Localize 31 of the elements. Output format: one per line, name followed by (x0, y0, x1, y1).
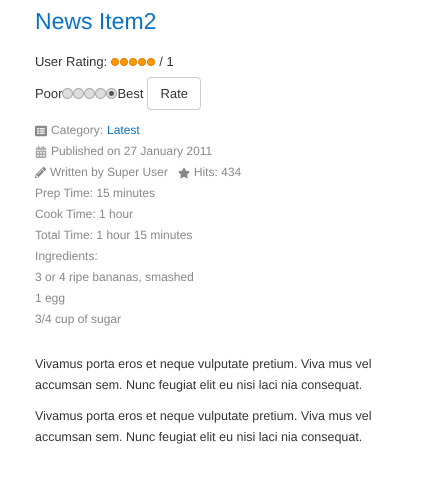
detail-line: 3/4 cup of sugar (35, 311, 122, 328)
published-date: Published on 27 January 2011 (51, 143, 212, 160)
rating-count: / 1 (159, 53, 174, 72)
list-icon (35, 124, 47, 136)
category-link[interactable]: Latest (107, 120, 140, 141)
detail-line: Cook Time: 1 hour (35, 206, 134, 223)
detail-line: Ingredients: (35, 248, 98, 265)
body-text-line: accumsan sem. Nunc feugiat elit eu nisi laci nia consequat. (35, 377, 362, 394)
star-icon (178, 166, 190, 178)
best-label: Best (117, 84, 144, 103)
article-title[interactable]: News Item2 (35, 6, 424, 36)
rating-radio[interactable] (62, 88, 74, 99)
author-text: Written by Super User (50, 164, 168, 181)
calendar-icon (35, 146, 47, 158)
body-text-line: accumsan sem. Nunc feugiat elit eu nisi laci nia consequat. (35, 429, 362, 446)
detail-line: Total Time: 1 hour 15 minutes (35, 227, 192, 244)
pencil-icon (35, 167, 46, 178)
detail-line: 1 egg (35, 290, 66, 307)
body-text-line: Vivamus porta eros et neque vulputate pretium. Viva mus vel (35, 408, 372, 425)
body-text-line: Vivamus porta eros et neque vulputate pretium. Viva mus vel (35, 356, 372, 373)
rate-button[interactable]: Rate (147, 77, 201, 110)
rating-radio[interactable] (73, 88, 84, 99)
detail-line: Prep Time: 15 minutes (35, 185, 156, 202)
rating-radio[interactable] (84, 88, 96, 99)
category-label: Category: (51, 122, 104, 139)
rating-radio[interactable] (95, 88, 106, 99)
rating-label: User Rating: (35, 53, 108, 72)
rating-radio[interactable] (106, 88, 118, 99)
poor-label: Poor (35, 84, 62, 103)
hits-count: Hits: 434 (194, 164, 242, 181)
detail-line: 3 or 4 ripe bananas, smashed (35, 269, 194, 286)
